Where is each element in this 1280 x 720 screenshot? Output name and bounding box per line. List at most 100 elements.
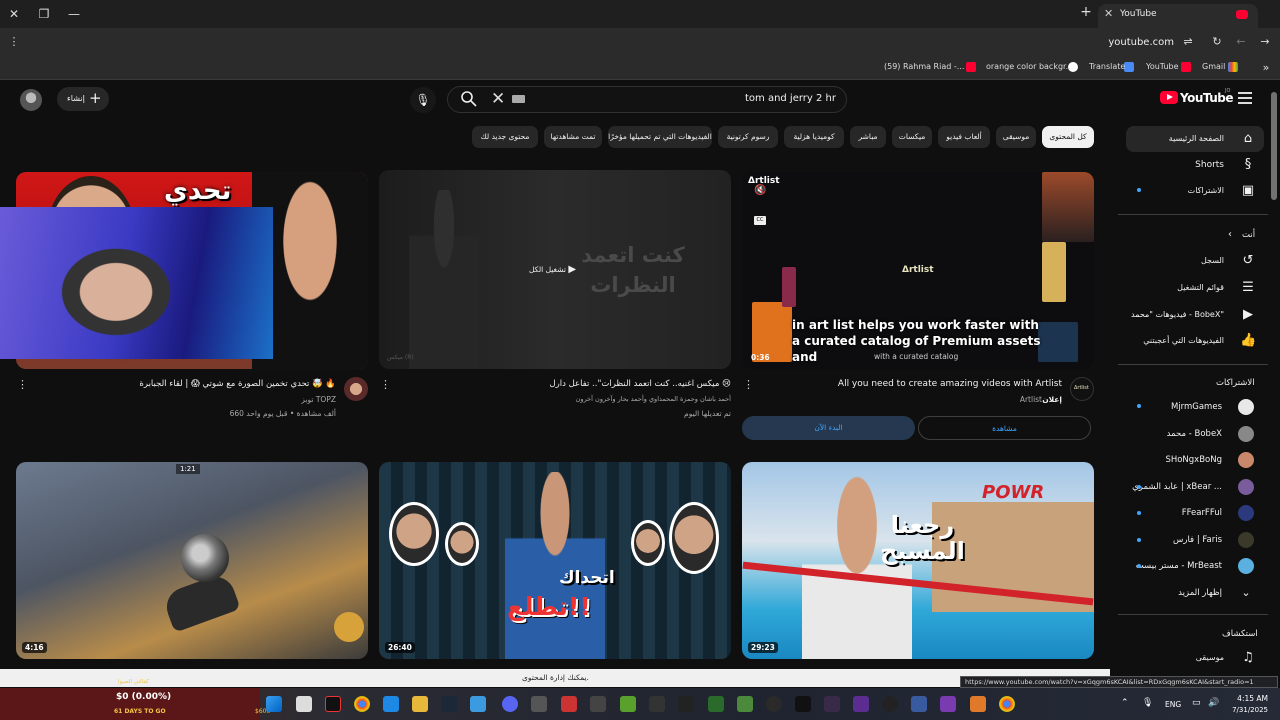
reload-icon[interactable]: ↻ xyxy=(1209,34,1225,50)
chip-music[interactable]: موسيقى xyxy=(996,126,1036,148)
video-thumbnail[interactable]: اتحداك تطلع!! 26:40 xyxy=(379,462,731,659)
sidebar-item-your-videos[interactable]: فيديوهات "محمد - BobeX" ▶ xyxy=(1126,302,1264,328)
create-button[interactable]: + إنشاء xyxy=(57,87,109,111)
search-query-text[interactable]: tom and jerry 2 hr xyxy=(745,93,836,104)
more-actions-icon[interactable]: ⋮ xyxy=(17,378,28,392)
clock-time[interactable]: 4:15 AM xyxy=(1228,694,1268,703)
file-explorer-icon[interactable] xyxy=(412,696,428,712)
video-channel[interactable]: توبز TOPZ xyxy=(301,395,336,404)
app-icon[interactable] xyxy=(708,696,724,712)
bookmark-translate[interactable]: Translate xyxy=(1089,62,1125,71)
app-icon[interactable] xyxy=(531,696,547,712)
site-settings-icon[interactable]: ⇌ xyxy=(1180,34,1196,50)
back-icon[interactable]: → xyxy=(1257,34,1273,50)
telegram-icon[interactable] xyxy=(470,696,486,712)
chip-gaming[interactable]: ألعاب فيديو xyxy=(938,126,990,148)
windows-start-icon[interactable] xyxy=(266,696,282,712)
app-icon[interactable] xyxy=(766,696,782,712)
sidebar-item-music[interactable]: موسيقى ♫ xyxy=(1126,645,1264,671)
address-bar[interactable] xyxy=(24,31,1204,53)
app-icon[interactable] xyxy=(590,696,606,712)
more-actions-icon[interactable]: ⋮ xyxy=(743,378,754,392)
sidebar-item-subscriptions[interactable]: الاشتراكات ▣ xyxy=(1126,178,1264,204)
voice-search-button[interactable]: 🎙 xyxy=(410,87,436,113)
sidebar-sub-mjrmgames[interactable]: MjrmGames xyxy=(1126,394,1264,420)
input-language[interactable]: ENG xyxy=(1165,700,1181,709)
unreal-icon[interactable] xyxy=(882,696,898,712)
app-icon[interactable] xyxy=(940,696,956,712)
mute-icon[interactable]: 🔇 xyxy=(754,185,766,196)
chip-live[interactable]: مباشر xyxy=(850,126,886,148)
new-tab-button[interactable]: + xyxy=(1078,4,1094,24)
bookmark-rahma[interactable]: (59) Rahma Riad -... xyxy=(884,62,964,71)
video-title[interactable]: تحدي تخمين الصورة مع شوتي 😱 | لقاء الجبا… xyxy=(139,379,336,389)
clock-date[interactable]: 7/31/2025 xyxy=(1222,706,1268,714)
bookmark-orange[interactable]: orange color backgr... xyxy=(986,62,1073,71)
chip-mixes[interactable]: ميكسات xyxy=(892,126,932,148)
sidebar-sub-faris[interactable]: فارس | Faris xyxy=(1126,527,1264,553)
clear-search-icon[interactable]: ✕ xyxy=(491,89,505,109)
hamburger-menu-icon[interactable] xyxy=(1238,92,1252,104)
chip-watched[interactable]: تمت مشاهدتها xyxy=(544,126,602,148)
network-icon[interactable]: ▭ xyxy=(1192,698,1201,708)
chrome-icon[interactable] xyxy=(354,696,370,712)
microphone-icon[interactable]: 🎙 xyxy=(1142,698,1153,708)
chip-cartoons[interactable]: رسوم كرتونية xyxy=(718,126,778,148)
more-bookmarks-icon[interactable]: » xyxy=(1258,60,1274,76)
discord-icon[interactable] xyxy=(502,696,518,712)
sidebar-sub-bobex[interactable]: محمد - BobeX xyxy=(1126,421,1264,447)
picture-in-picture-overlay[interactable] xyxy=(0,207,273,359)
page-scrollbar[interactable] xyxy=(1271,92,1277,200)
sidebar-item-playlists[interactable]: قوائم التشغيل ☰ xyxy=(1126,275,1264,301)
more-actions-icon[interactable]: ⋮ xyxy=(380,378,391,392)
sidebar-sub-shongxbong[interactable]: SHoNgxBoNg xyxy=(1126,447,1264,473)
chip-new-to-you[interactable]: محتوى جديد لك xyxy=(472,126,538,148)
app-icon[interactable] xyxy=(824,696,840,712)
ad-channel[interactable]: Artlist xyxy=(1020,395,1042,404)
app-icon[interactable] xyxy=(970,696,986,712)
steam-icon[interactable] xyxy=(441,696,457,712)
minimize-window-icon[interactable]: — xyxy=(64,4,84,24)
forward-icon[interactable]: ← xyxy=(1233,34,1249,50)
captions-icon[interactable]: CC xyxy=(754,216,766,225)
sidebar-sub-xbear[interactable]: عابد الشمري | xBear ... xyxy=(1126,474,1264,500)
chip-all[interactable]: كل المحتوى xyxy=(1042,126,1094,148)
video-title[interactable]: ميكس اغنيه.. كنت اتعمد النظرات".. تفاعل … xyxy=(549,379,731,389)
ad-video-player[interactable]: Δrtlist 🔇 CC Δrtlist in art list helps y… xyxy=(742,172,1094,369)
chip-comedy[interactable]: كوميديا هزلية xyxy=(784,126,844,148)
edge-icon[interactable] xyxy=(383,696,399,712)
channel-avatar[interactable] xyxy=(344,377,368,401)
tiktok-icon[interactable] xyxy=(325,696,341,712)
keyboard-icon[interactable] xyxy=(512,95,525,103)
video-thumbnail[interactable]: كنت اتعمد النظرات تشغيل الكل ▶ ميكس (R) xyxy=(379,170,731,369)
chevron-left-icon[interactable]: ‹ xyxy=(1228,229,1232,240)
chip-recently-uploaded[interactable]: الفيديوهات التي تم تحميلها مؤخرًا xyxy=(608,126,712,148)
sidebar-heading-you[interactable]: أنت xyxy=(1242,230,1255,240)
restore-window-icon[interactable]: ❐ xyxy=(34,4,54,24)
kebab-menu-icon[interactable]: ⋮ xyxy=(6,34,22,50)
sidebar-sub-mrbeast[interactable]: مستر بيست - MrBeast xyxy=(1126,553,1264,579)
tab-youtube[interactable]: ✕ YouTube xyxy=(1098,4,1258,28)
sidebar-item-liked[interactable]: الفيديوهات التي أعجبتني 👍 xyxy=(1126,328,1264,354)
sidebar-item-home[interactable]: الصفحة الرئيسية ⌂ xyxy=(1126,126,1264,152)
video-thumbnail[interactable]: POWR رجعنا المسبح 29:23 xyxy=(742,462,1094,659)
video-thumbnail[interactable]: 1:21 4:16 xyxy=(16,462,368,659)
youtube-logo-icon[interactable] xyxy=(1160,91,1178,104)
artlist-avatar[interactable]: Δrtlist xyxy=(1070,377,1094,401)
app-icon[interactable] xyxy=(678,696,694,712)
app-icon[interactable] xyxy=(737,696,753,712)
search-icon[interactable] xyxy=(460,90,478,108)
sidebar-sub-ffearfful[interactable]: FFearFFul xyxy=(1126,500,1264,526)
ad-watch-button[interactable]: مشاهدة xyxy=(918,416,1091,440)
url-text[interactable]: youtube.com xyxy=(1108,37,1174,48)
app-icon[interactable] xyxy=(561,696,577,712)
app-icon[interactable] xyxy=(853,696,869,712)
video-title[interactable]: All you need to create amazing videos wi… xyxy=(838,379,1062,389)
epic-games-icon[interactable] xyxy=(795,696,811,712)
close-window-icon[interactable]: ✕ xyxy=(4,4,24,24)
play-all-label[interactable]: تشغيل الكل ▶ xyxy=(529,264,576,275)
close-tab-icon[interactable]: ✕ xyxy=(1104,7,1113,20)
app-icon[interactable] xyxy=(911,696,927,712)
task-view-icon[interactable] xyxy=(296,696,312,712)
minecraft-icon[interactable] xyxy=(620,696,636,712)
